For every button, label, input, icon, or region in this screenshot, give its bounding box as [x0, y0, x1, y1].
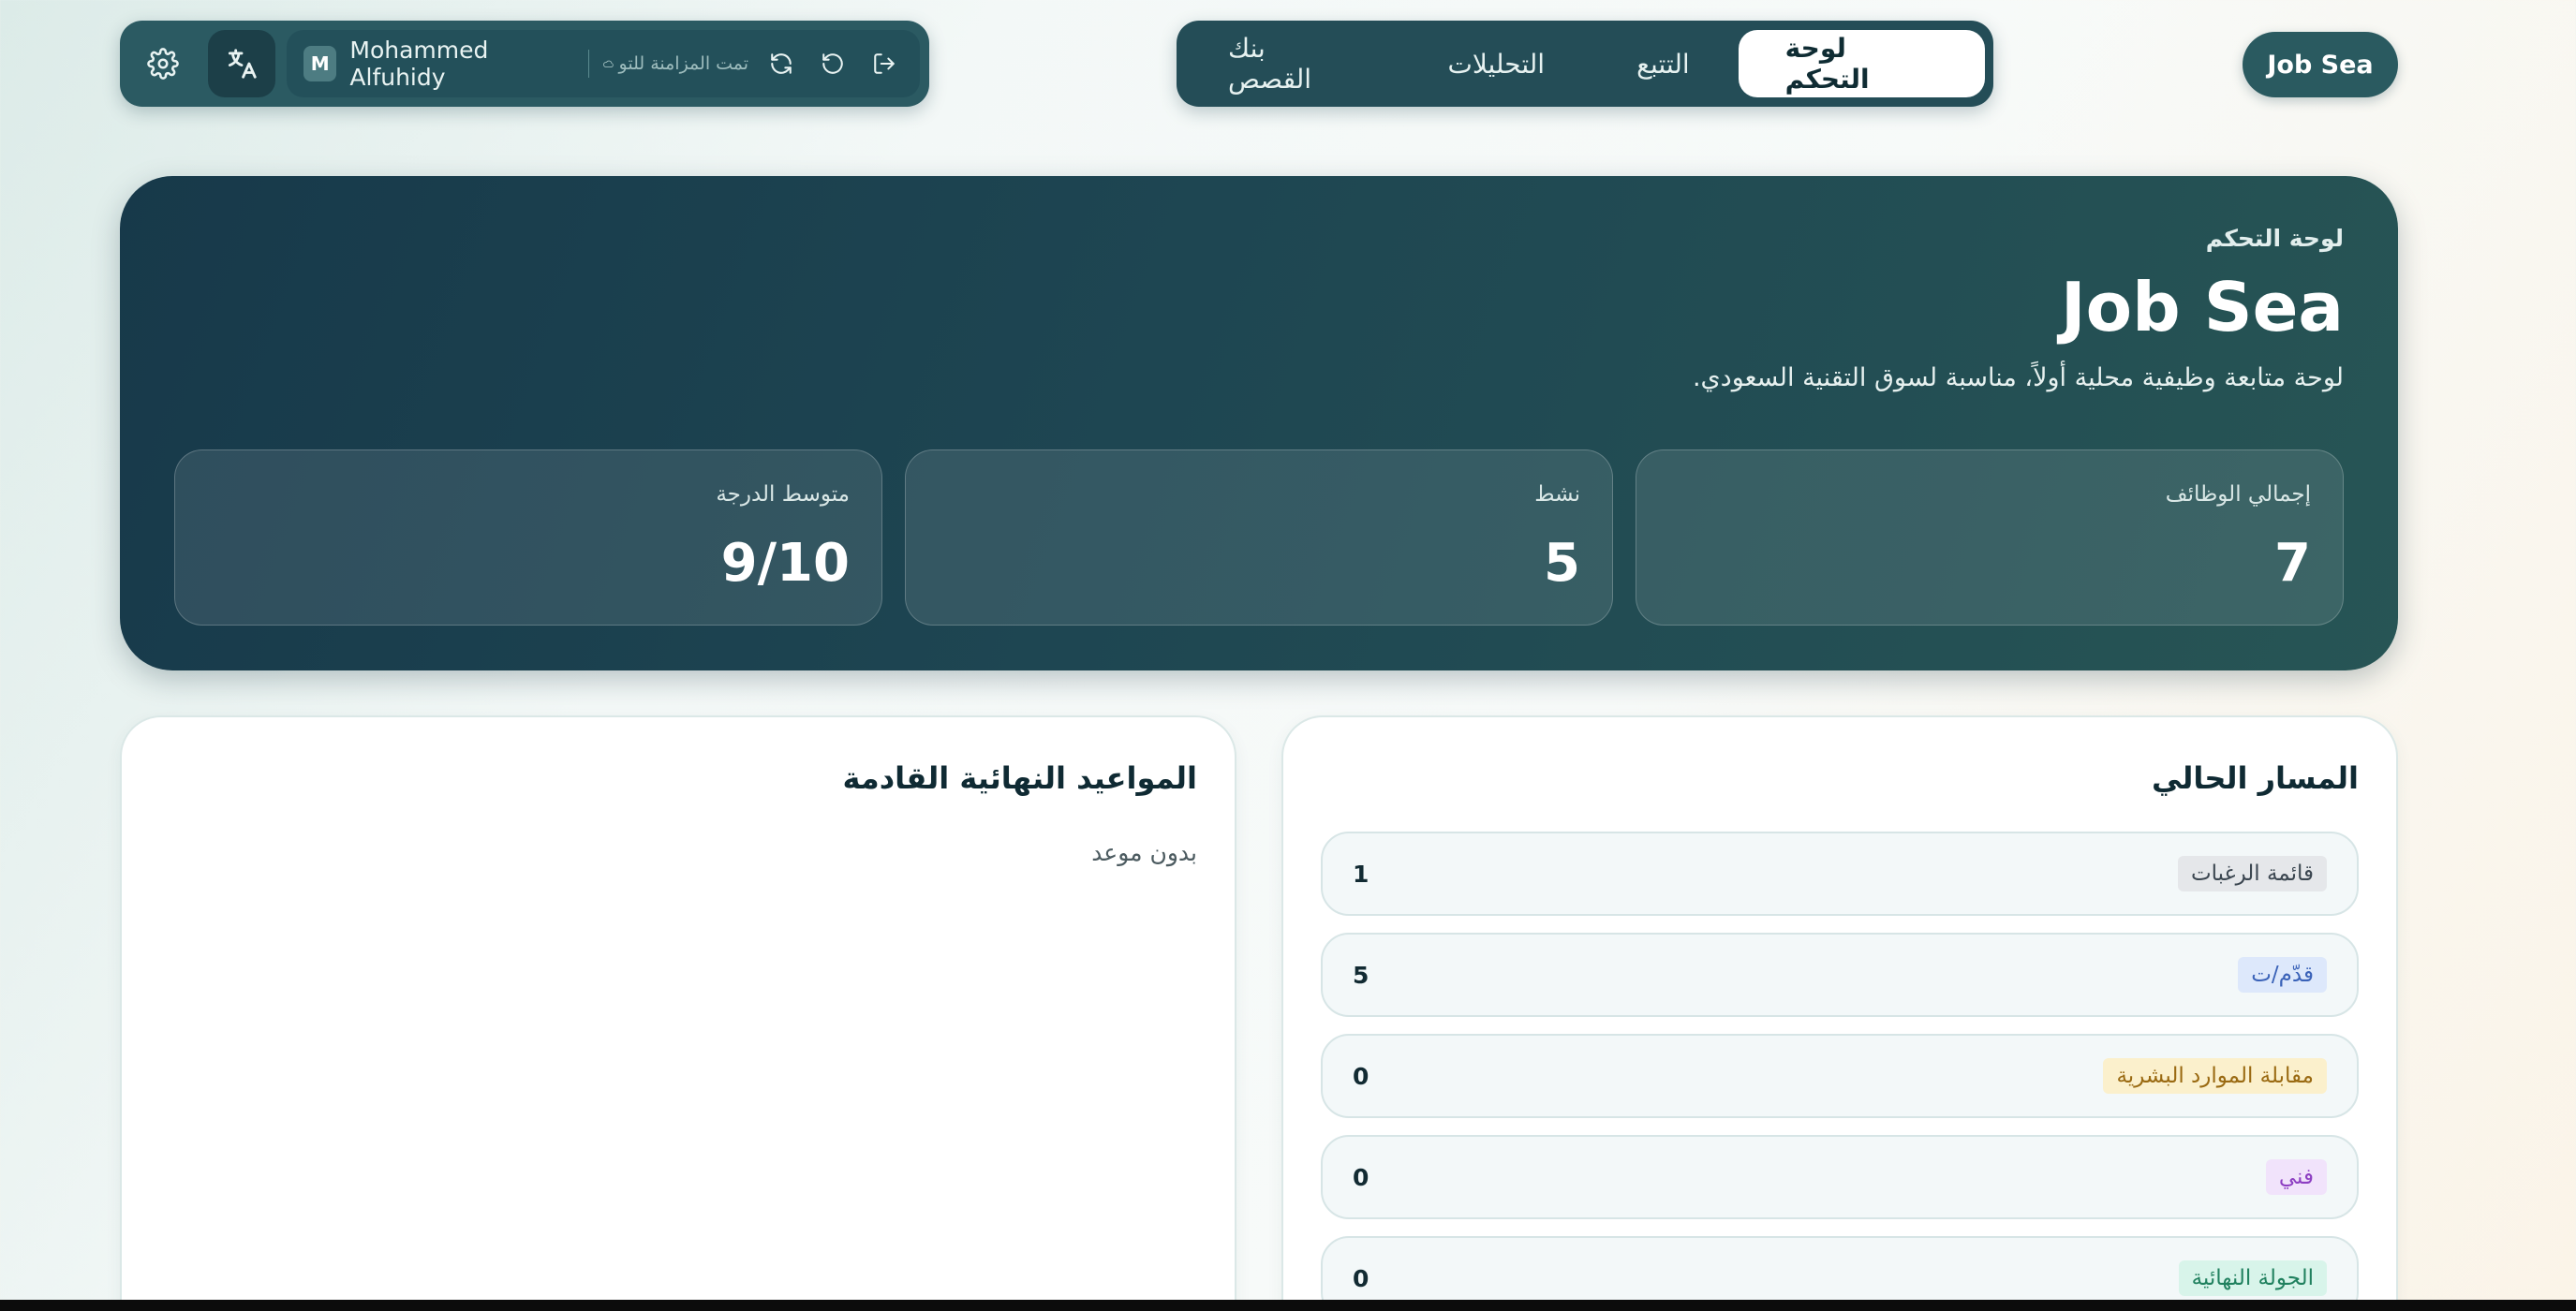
status-badge: الجولة النهائية	[2178, 1260, 2327, 1296]
brand-logo[interactable]: Job Sea	[2243, 32, 2398, 97]
empty-state-text: بدون موعد	[1091, 839, 1197, 866]
tab-tracking[interactable]: التتبع	[1593, 30, 1733, 97]
hero-subtitle: لوحة متابعة وظيفية محلية أولاً، مناسبة ل…	[1692, 363, 2344, 392]
pipeline-card: المسار الحالي قائمة الرغبات 1 قدّم/ت 5 م…	[1281, 715, 2398, 1311]
stage-count: 0	[1353, 1264, 1369, 1292]
avatar[interactable]: M	[303, 46, 337, 81]
toolbar-group: M Mohammed Alfuhidy تمت المزامنة للتو	[120, 21, 929, 107]
hero-kicker: لوحة التحكم	[2205, 225, 2344, 252]
status-badge: قائمة الرغبات	[2177, 856, 2327, 891]
settings-button[interactable]	[129, 30, 197, 97]
pipeline-row-wishlist[interactable]: قائمة الرغبات 1	[1321, 832, 2359, 916]
sync-status-text: تمت المزامنة للتو	[618, 53, 749, 74]
main-nav: لوحة التحكم التتبع التحليلات بنك القصص	[1177, 21, 1993, 107]
language-button[interactable]	[208, 30, 275, 97]
logout-icon	[873, 53, 895, 74]
divider	[587, 50, 589, 78]
tab-analytics[interactable]: التحليلات	[1404, 30, 1588, 97]
deadlines-card: المواعيد النهائية القادمة بدون موعد	[120, 715, 1236, 1311]
gear-icon	[147, 48, 179, 80]
card-title: المواعيد النهائية القادمة	[842, 760, 1198, 796]
status-badge: مقابلة الموارد البشرية	[2103, 1058, 2327, 1094]
stat-label: متوسط الدرجة	[716, 482, 850, 507]
stage-count: 1	[1353, 860, 1369, 888]
stat-card-average-score: متوسط الدرجة 9/10	[174, 449, 882, 626]
status-badge: فني	[2265, 1159, 2327, 1195]
logout-button[interactable]	[865, 43, 903, 84]
cloud-icon	[602, 60, 614, 67]
stat-value: 9/10	[720, 533, 850, 594]
stage-count: 0	[1353, 1062, 1369, 1090]
tab-dashboard[interactable]: لوحة التحكم	[1738, 30, 1985, 97]
pipeline-row-applied[interactable]: قدّم/ت 5	[1321, 933, 2359, 1017]
top-bar: M Mohammed Alfuhidy تمت المزامنة للتو لو…	[120, 21, 2398, 107]
pipeline-row-technical[interactable]: فني 0	[1321, 1135, 2359, 1219]
page-title: Job Sea	[2060, 268, 2344, 346]
stat-card-active: نشط 5	[905, 449, 1613, 626]
stage-count: 5	[1353, 961, 1369, 989]
undo-icon	[822, 53, 843, 74]
user-name: Mohammed Alfuhidy	[349, 37, 489, 91]
card-title: المسار الحالي	[2151, 760, 2359, 796]
stat-value: 7	[2274, 533, 2311, 594]
window-bottom-edge	[0, 1300, 2576, 1311]
tab-story-bank[interactable]: بنك القصص	[1185, 30, 1399, 97]
stat-card-total-jobs: إجمالي الوظائف 7	[1636, 449, 2344, 626]
stat-label: نشط	[1534, 482, 1580, 507]
pipeline-row-hr-interview[interactable]: مقابلة الموارد البشرية 0	[1321, 1034, 2359, 1118]
pipeline-list: قائمة الرغبات 1 قدّم/ت 5 مقابلة الموارد …	[1321, 832, 2359, 1311]
sync-status: تمت المزامنة للتو	[602, 53, 748, 74]
stat-label: إجمالي الوظائف	[2165, 482, 2311, 507]
stage-count: 0	[1353, 1163, 1369, 1191]
user-session-pill: M Mohammed Alfuhidy تمت المزامنة للتو	[287, 30, 920, 97]
dashboard-hero: لوحة التحكم Job Sea لوحة متابعة وظيفية م…	[120, 176, 2398, 670]
refresh-icon	[770, 53, 792, 74]
translate-icon	[228, 49, 257, 79]
status-badge: قدّم/ت	[2238, 957, 2327, 993]
sync-button[interactable]	[762, 43, 800, 84]
stat-value: 5	[1544, 533, 1580, 594]
undo-button[interactable]	[813, 43, 851, 84]
